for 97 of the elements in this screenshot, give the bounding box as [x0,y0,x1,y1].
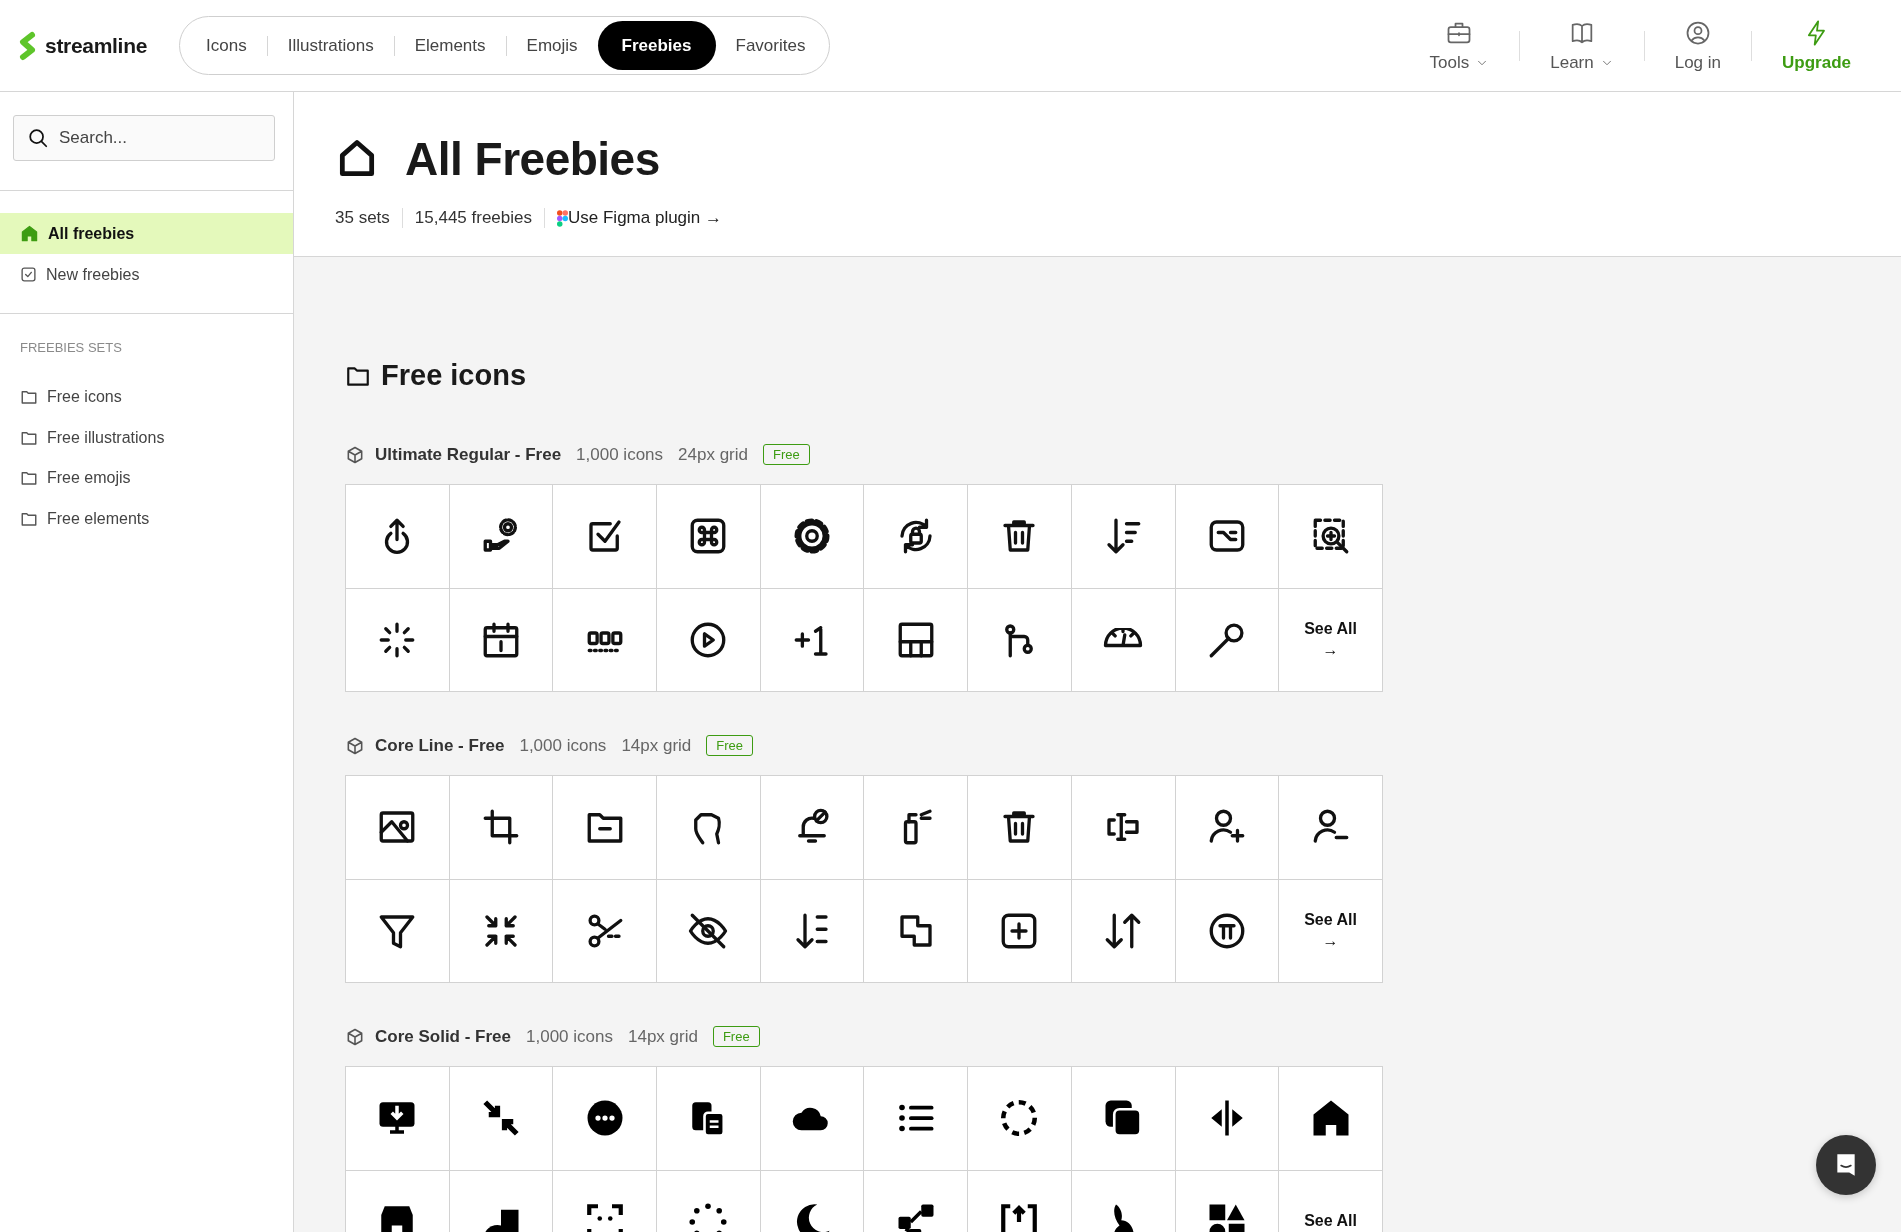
check-square-icon [20,266,37,283]
icon-tile[interactable] [1175,879,1280,983]
icon-tile[interactable] [760,1067,865,1171]
icon-tile[interactable] [968,485,1072,589]
set-title[interactable]: Core Solid - Free [375,1026,512,1047]
nav-link[interactable]: Upgrade [1752,18,1881,73]
icon-tile[interactable] [1071,1067,1176,1171]
sidebar-item[interactable]: Free icons [0,377,293,418]
search-icon [27,127,49,149]
icon-tile[interactable] [864,879,969,983]
cube-icon [345,735,365,756]
icon-tile[interactable] [346,776,450,880]
icon-tile[interactable] [864,485,969,589]
free-badge: Free [712,1026,760,1047]
icon-tile[interactable] [657,879,761,983]
icon-tile[interactable] [657,776,761,880]
icon-tile[interactable] [968,776,1072,880]
cube-icon [345,444,365,465]
icon-tile[interactable] [553,776,658,880]
grid-size: 14px grid [628,1026,698,1047]
icon-count: 1,000 icons [519,735,607,756]
sidebar-item[interactable]: Free emojis [0,458,293,499]
icon-tile[interactable] [968,1067,1072,1171]
free-badge: Free [763,444,810,465]
icon-tile[interactable] [553,879,658,983]
icon-tile[interactable] [1279,776,1383,880]
free-badge: Free [706,735,754,756]
icon-tile[interactable] [657,1067,761,1171]
icon-tile[interactable] [864,588,969,692]
icon-tile[interactable] [968,879,1072,983]
icon-tile[interactable] [1071,879,1176,983]
sidebar-item[interactable]: All freebies [0,213,293,254]
cube-icon [345,1026,365,1047]
icon-tile[interactable] [449,776,554,880]
icon-tile[interactable] [760,879,865,983]
folder-icon [20,388,38,407]
set-title[interactable]: Core Line - Free [375,735,505,756]
icon-tile[interactable] [760,588,865,692]
sidebar-item[interactable]: Free elements [0,498,293,539]
icon-tile[interactable] [1279,485,1383,589]
nav-tab[interactable]: Illustrations [267,21,394,70]
sidebar-item[interactable]: Free illustrations [0,417,293,458]
set-title[interactable]: Ultimate Regular - Free [375,444,562,465]
icon-tile[interactable] [1175,1067,1280,1171]
nav-tab[interactable]: Emojis [506,21,598,70]
home-icon [20,224,39,243]
stat-text: 35 sets [335,208,403,228]
nav-link[interactable]: Learn [1520,18,1644,73]
logo-text[interactable]: streamline [45,33,148,58]
see-all-link[interactable]: See All [1279,1170,1383,1232]
icon-tile[interactable] [864,1067,969,1171]
icon-tile[interactable] [864,776,969,880]
nav-link[interactable]: Tools [1399,18,1520,73]
see-all-link[interactable]: See All → [1279,588,1383,692]
icon-tile[interactable] [760,776,865,880]
icon-tile[interactable] [760,485,865,589]
nav-tab[interactable]: Favorites [715,21,826,70]
logo-icon [17,30,37,61]
figma-icon [557,209,568,227]
folder-icon [20,469,38,488]
figma-plugin-link[interactable]: Use Figma plugin → [568,208,723,228]
page-title: All Freebies [405,132,660,186]
icon-tile[interactable] [346,879,450,983]
icon-tile[interactable] [346,1067,450,1171]
icon-tile[interactable] [657,485,761,589]
icon-tile[interactable] [1071,485,1176,589]
icon-tile[interactable] [1175,776,1280,880]
stat-text: 15,445 freebies [414,208,545,228]
icon-tile[interactable] [449,1067,554,1171]
grid-size: 14px grid [621,735,692,756]
icon-tile[interactable] [553,485,658,589]
icon-tile[interactable] [1175,485,1280,589]
icon-tile[interactable] [1071,776,1176,880]
icon-tile[interactable] [449,879,554,983]
section-heading: FREEBIES SETS [19,339,123,355]
icon-tile[interactable] [553,1067,658,1171]
see-all-link[interactable]: See All → [1279,879,1383,983]
sidebar-item[interactable]: New freebies [0,254,293,295]
nav-link[interactable]: Log in [1644,18,1752,73]
icon-tile[interactable] [449,588,554,692]
section-title: Free icons [381,359,527,392]
icon-tile[interactable] [1279,1067,1383,1171]
icon-tile[interactable] [1071,588,1176,692]
nav-tab[interactable]: Elements [394,21,506,70]
icon-tile[interactable] [657,588,761,692]
search-field[interactable]: Search... [13,115,275,161]
icon-tile[interactable] [553,588,658,692]
icon-tile[interactable] [968,588,1072,692]
icon-count: 1,000 icons [526,1026,613,1047]
icon-tile[interactable] [346,588,450,692]
icon-tile[interactable] [1175,588,1280,692]
nav-tab[interactable]: Freebies [597,21,716,70]
grid-size: 24px grid [678,444,748,465]
icon-tile[interactable] [346,485,450,589]
icon-tile[interactable] [449,485,554,589]
icon-count: 1,000 icons [576,444,664,465]
nav-tab[interactable]: Icons [186,21,267,70]
